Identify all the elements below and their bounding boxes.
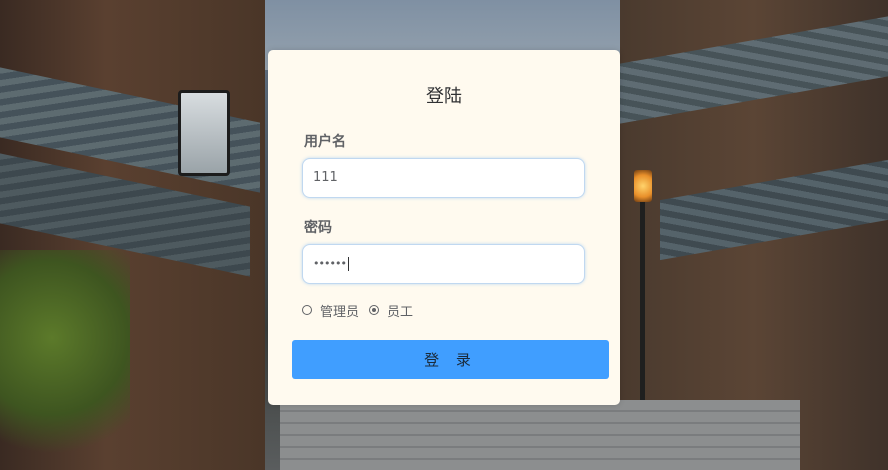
street-lamp-pole xyxy=(640,200,645,415)
street-lamp-right xyxy=(634,170,652,202)
role-radio-staff-label: 员工 xyxy=(387,304,414,320)
login-card: 登陆 用户名 111 密码 •••••• 管理员 员工 登 录 xyxy=(268,50,620,405)
password-dots: •••••• xyxy=(313,257,347,270)
username-input[interactable]: 111 xyxy=(302,158,585,198)
role-radio-admin-label: 管理员 xyxy=(320,304,360,320)
text-cursor xyxy=(347,257,349,271)
role-radio-admin[interactable]: 管理员 xyxy=(302,301,359,320)
role-radio-group: 管理员 员工 xyxy=(302,301,413,320)
stone-street xyxy=(280,400,800,470)
foliage xyxy=(0,250,130,470)
radio-checked-icon xyxy=(369,305,380,315)
login-title: 登陆 xyxy=(426,86,462,107)
street-lamp-left xyxy=(178,90,230,176)
username-label: 用户名 xyxy=(304,134,346,150)
password-label: 密码 xyxy=(304,220,332,236)
radio-circle-icon xyxy=(302,305,312,315)
role-radio-staff[interactable]: 员工 xyxy=(369,301,413,320)
password-input[interactable]: •••••• xyxy=(302,244,585,284)
login-button[interactable]: 登 录 xyxy=(292,340,609,379)
